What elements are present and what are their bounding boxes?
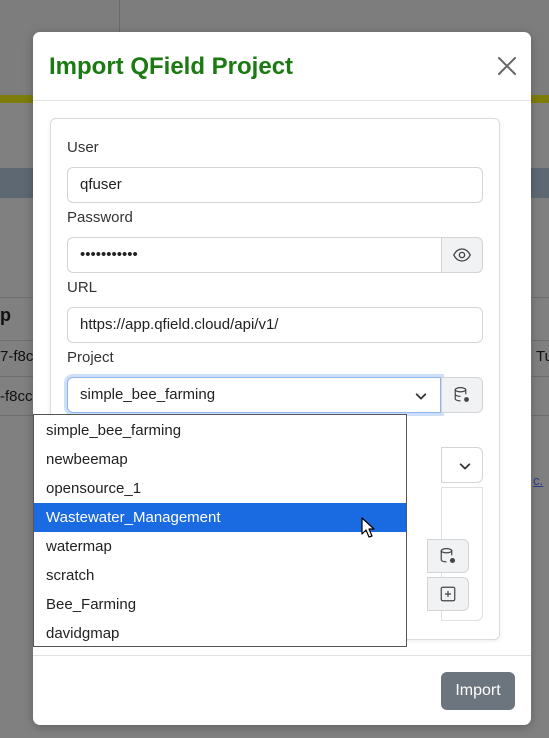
background-text: -f8cc	[0, 388, 33, 405]
chevron-down-icon	[459, 463, 471, 470]
dropdown-option[interactable]: davidgmap	[34, 619, 406, 648]
project-select-value: simple_bee_farming	[80, 386, 216, 403]
hidden-select[interactable]	[441, 447, 483, 483]
background-link: c.	[533, 473, 544, 488]
project-select[interactable]: simple_bee_farming	[67, 377, 441, 413]
dialog-header: Import QField Project	[33, 32, 531, 101]
background-text: 7-f8c	[0, 348, 34, 365]
mouse-cursor-icon	[361, 517, 375, 538]
close-button[interactable]	[495, 54, 519, 78]
project-action-button[interactable]	[441, 377, 483, 413]
project-label: Project	[67, 349, 114, 366]
database-gear-icon	[454, 387, 469, 402]
dropdown-option[interactable]: opensource_1	[34, 474, 406, 503]
import-button[interactable]: Import	[441, 672, 515, 710]
show-password-button[interactable]	[441, 237, 483, 273]
background-text: p	[0, 305, 11, 325]
password-label: Password	[67, 209, 133, 226]
chevron-down-icon	[415, 393, 427, 400]
database-info-icon	[440, 548, 456, 564]
dropdown-option-highlighted[interactable]: Wastewater_Management	[34, 503, 406, 532]
project-dropdown-list: simple_bee_farming newbeemap opensource_…	[33, 414, 407, 647]
url-input[interactable]: https://app.qfield.cloud/api/v1/	[67, 307, 483, 343]
url-label: URL	[67, 279, 98, 296]
dropdown-option[interactable]: simple_bee_farming	[34, 416, 406, 445]
add-button[interactable]	[427, 577, 469, 611]
plus-square-icon	[440, 586, 456, 602]
background-text: Tu	[536, 348, 549, 365]
dialog-title: Import QField Project	[49, 53, 294, 80]
dialog-footer-divider	[33, 655, 531, 656]
close-icon	[498, 57, 516, 75]
user-input[interactable]: qfuser	[67, 167, 483, 203]
user-label: User	[67, 139, 99, 156]
dropdown-option[interactable]: Bee_Farming	[34, 590, 406, 619]
dropdown-option[interactable]: watermap	[34, 532, 406, 561]
database-info-button[interactable]	[427, 539, 469, 573]
password-input[interactable]: •••••••••••	[67, 237, 443, 273]
dropdown-option[interactable]: scratch	[34, 561, 406, 590]
dropdown-option[interactable]: newbeemap	[34, 445, 406, 474]
eye-icon	[453, 248, 471, 262]
